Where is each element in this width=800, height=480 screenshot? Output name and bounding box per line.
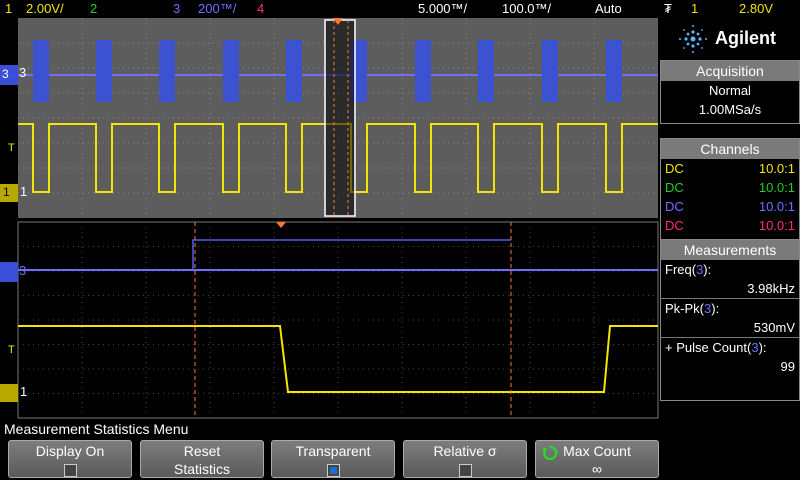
max-count-softkey[interactable]: Max Count ∞: [535, 440, 659, 478]
ch2-coupling: DC: [665, 180, 684, 195]
channels-section[interactable]: Channels DC 10.0:1 DC 10.0:1 DC 10.0:1 D…: [660, 138, 800, 240]
relative-sigma-checkbox[interactable]: [458, 463, 472, 477]
reset-statistics-softkey[interactable]: Reset Statistics: [140, 440, 264, 478]
measurement-freq-label[interactable]: Freq(3):: [661, 260, 799, 279]
waveform-svg: [17, 18, 659, 419]
ch4-probe: 10.0:1: [758, 218, 795, 233]
ch1-trace-label-zoom: 1: [20, 384, 28, 399]
channel-row-3: DC 10.0:1: [661, 197, 799, 216]
ch3-trace-label-main: 3: [19, 65, 27, 80]
softkey-bar: Display On Reset Statistics Transparent …: [0, 438, 800, 480]
trigger-level-marker-main[interactable]: T: [8, 142, 15, 154]
ch3-ground-marker-zoom[interactable]: [0, 262, 18, 282]
trigger-mode[interactable]: Auto: [595, 0, 622, 18]
measurements-title: Measurements: [661, 240, 799, 260]
ch1-number[interactable]: 1: [5, 0, 12, 18]
ch1-coupling: DC: [665, 161, 684, 176]
ch4-coupling: DC: [665, 218, 684, 233]
measurement-pulse-count-value: 99: [780, 359, 795, 374]
acquisition-mode: Normal: [709, 83, 751, 98]
acquisition-rate: 1.00MSa/s: [698, 102, 762, 117]
transparent-label: Transparent: [295, 443, 371, 459]
ch4-number[interactable]: 4: [257, 0, 264, 18]
channel-row-1: DC 10.0:1: [661, 159, 799, 178]
display-on-softkey[interactable]: Display On: [8, 440, 132, 478]
acquisition-section[interactable]: Acquisition Normal 1.00MSa/s: [660, 60, 800, 124]
channel-row-2: DC 10.0:1: [661, 178, 799, 197]
transparent-softkey[interactable]: Transparent: [271, 440, 395, 478]
ch3-probe: 10.0:1: [758, 199, 795, 214]
ch3-scale[interactable]: 200™/: [198, 0, 236, 18]
trigger-source[interactable]: 1: [691, 0, 698, 18]
ch1-scale[interactable]: 2.00V/: [26, 0, 64, 18]
display-on-label: Display On: [35, 443, 105, 459]
brand-logo-text: Agilent: [715, 28, 776, 48]
ch3-coupling: DC: [665, 199, 684, 214]
agilent-spark-icon: [679, 25, 707, 53]
reset-label: Reset: [183, 443, 221, 459]
status-bar: 1 2.00V/ 2 3 200™/ 4 5.000™/ 100.0™/ Aut…: [0, 0, 800, 18]
brand-header: Agilent: [660, 18, 800, 58]
relative-sigma-softkey[interactable]: Relative σ: [403, 440, 527, 478]
ch1-trace-label-main: 1: [20, 184, 28, 199]
measurement-pulse-count-label[interactable]: + Pulse Count(3):: [661, 338, 799, 357]
measurement-freq-value: 3.98kHz: [747, 281, 795, 296]
relative-sigma-label: Relative σ: [433, 443, 497, 459]
transparent-checkbox[interactable]: [326, 463, 340, 477]
ch3-number[interactable]: 3: [173, 0, 180, 18]
acquisition-title: Acquisition: [661, 61, 799, 81]
trigger-edge-icon: ₮: [664, 1, 672, 16]
ch1-probe: 10.0:1: [758, 161, 795, 176]
ch3-trace-label-zoom: 3: [19, 263, 27, 278]
measurements-section[interactable]: Measurements Freq(3): 3.98kHz Pk-Pk(3): …: [660, 239, 800, 401]
display-on-checkbox[interactable]: [63, 463, 77, 477]
ch1-ground-marker-zoom[interactable]: [0, 384, 18, 402]
timebase[interactable]: 5.000™/: [418, 0, 467, 18]
measurement-pkpk-label[interactable]: Pk-Pk(3):: [661, 299, 799, 318]
zoom-selection-box[interactable]: [324, 19, 356, 217]
statistics-label: Statistics: [173, 461, 230, 477]
max-count-label: Max Count: [563, 443, 631, 459]
trigger-level-marker-zoom[interactable]: T: [8, 344, 15, 356]
ch3-marker-label: 3: [2, 67, 9, 81]
menu-title: Measurement Statistics Menu: [0, 420, 800, 438]
ch1-marker-label: 1: [3, 185, 10, 199]
measurement-pkpk-value: 530mV: [753, 320, 795, 335]
trigger-level[interactable]: 2.80V: [739, 0, 773, 18]
ch2-probe: 10.0:1: [758, 180, 795, 195]
info-panel: Agilent Acquisition Normal 1.00MSa/s Cha…: [660, 18, 800, 420]
waveform-display[interactable]: 3 3 T 1 1 3 T 1: [0, 18, 660, 420]
channel-row-4: DC 10.0:1: [661, 216, 799, 235]
zoom-timebase[interactable]: 100.0™/: [502, 0, 551, 18]
channels-title: Channels: [661, 139, 799, 159]
max-count-value: ∞: [592, 461, 602, 477]
ch2-number[interactable]: 2: [90, 0, 97, 18]
